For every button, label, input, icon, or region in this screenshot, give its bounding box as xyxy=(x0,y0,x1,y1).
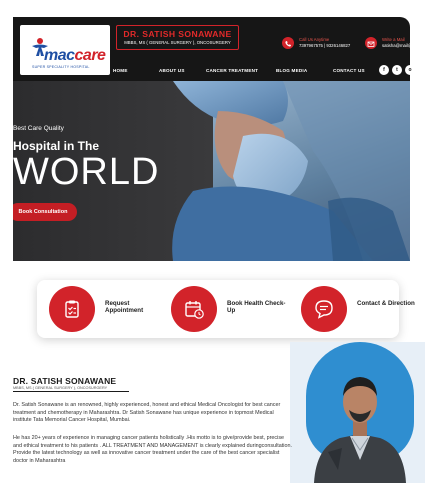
nav-item-contact[interactable]: CONTACT US xyxy=(333,68,365,73)
hero-kicker: Best Care Quality xyxy=(13,125,64,132)
call-label: Call Us Anytime xyxy=(299,37,330,42)
about-paragraph-2: He has 20+ years of experience in managi… xyxy=(13,435,292,464)
about-paragraph-1: Dr. Satish Sonawane is an renowned, high… xyxy=(13,402,281,424)
phone-icon xyxy=(282,37,294,49)
hero-heading-line2: WORLD xyxy=(13,151,160,193)
hero-banner: Best Care Quality Hospital in The WORLD … xyxy=(13,81,410,261)
clipboard-check-icon xyxy=(49,286,95,332)
facebook-icon[interactable]: f xyxy=(379,65,389,75)
twitter-icon[interactable]: t xyxy=(392,65,402,75)
nav-item-blog[interactable]: BLOG MEDIA xyxy=(276,68,307,73)
about-title: DR. SATISH SONAWANE xyxy=(13,376,117,386)
nav-item-cancer-treatment[interactable]: CANCER TREATMENT xyxy=(206,68,258,73)
about-divider xyxy=(13,391,129,392)
doctor-portrait xyxy=(314,377,406,483)
service-label: Request Appointment xyxy=(105,300,144,315)
call-number[interactable]: 7397967575 | 9326146827 xyxy=(299,43,350,48)
page: maccare SUPER SPECIALITY HOSPITAL DR. SA… xyxy=(0,0,425,483)
nav-item-about[interactable]: ABOUT US xyxy=(159,68,185,73)
doctor-qualifications: MBBS, MS ( GENERAL SURGERY ), ONCOSURGER… xyxy=(124,40,231,45)
about-subtitle: MBBS, MS ( GENERAL SURGERY ), ONCOSURGER… xyxy=(13,386,108,390)
instagram-icon[interactable]: o xyxy=(405,65,415,75)
book-consultation-button[interactable]: Book Consultation xyxy=(13,203,77,221)
main-nav: HOME ABOUT US CANCER TREATMENT BLOG MEDI… xyxy=(13,61,415,81)
doctor-name-badge: DR. SATISH SONAWANE MBBS, MS ( GENERAL S… xyxy=(116,25,239,50)
nav-item-home[interactable]: HOME xyxy=(113,68,128,73)
mail-label: Write a Mail xyxy=(382,37,405,42)
chat-bubble-icon xyxy=(301,286,347,332)
service-label: Contact & Direction xyxy=(357,300,415,307)
service-label: Book Health Check-Up xyxy=(227,300,286,315)
surgeon-photo xyxy=(172,81,410,261)
services-strip: Request Appointment Book Health Check-Up… xyxy=(37,280,415,338)
mail-icon xyxy=(365,37,377,49)
calendar-clock-icon xyxy=(171,286,217,332)
mail-address[interactable]: satisha@mail@ xyxy=(382,43,412,48)
doctor-name: DR. SATISH SONAWANE xyxy=(123,29,232,39)
site-header: maccare SUPER SPECIALITY HOSPITAL DR. SA… xyxy=(13,17,415,81)
